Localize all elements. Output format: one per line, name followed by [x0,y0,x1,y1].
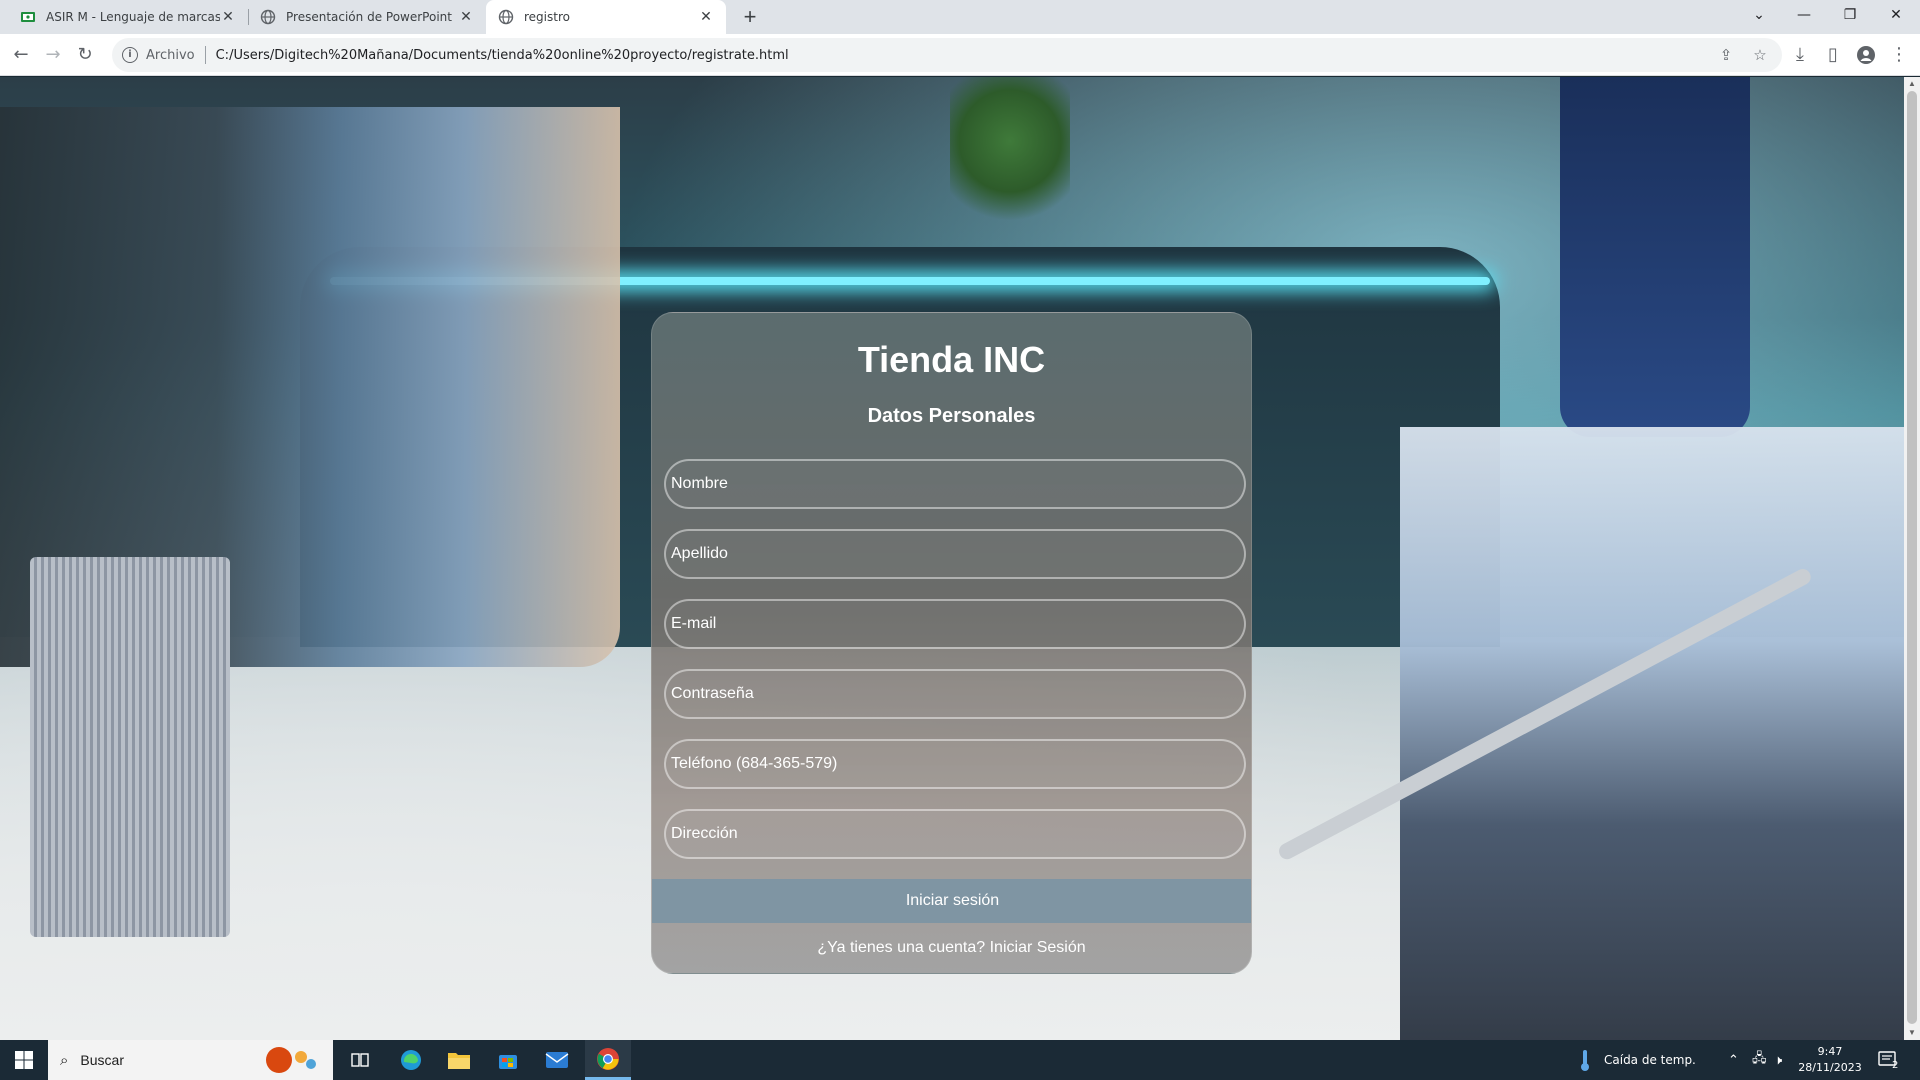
section-title: Datos Personales [867,405,1036,427]
weather-widget[interactable]: Caída de temp. [1578,1040,1696,1080]
back-button[interactable]: ← [8,42,34,68]
edge-icon[interactable] [390,1040,432,1080]
clock-time: 9:47 [1817,1045,1843,1058]
nombre-field[interactable] [664,459,1246,509]
close-window-button[interactable]: ✕ [1873,0,1919,34]
scroll-down-icon[interactable]: ▼ [1904,1026,1920,1040]
network-icon[interactable]: 🖧 [1752,1040,1767,1080]
thermometer-icon [1581,1050,1589,1071]
restore-button[interactable]: ❐ [1827,0,1873,34]
windows-taskbar: ⌕ Buscar Caída de temp. ⌃ 🖧 🕨 9:47 28/11… [0,1040,1920,1080]
browser-tab-strip: ASIR M - Lenguaje de marcas y · ✕ Presen… [0,0,1920,34]
registration-card: Tienda INC Datos Personales Iniciar sesi… [651,312,1252,974]
scheme-label: Archivo [146,47,195,63]
email-field[interactable] [664,599,1246,649]
reload-button[interactable]: ↻ [72,42,98,68]
start-button[interactable] [0,1040,48,1080]
apellido-field[interactable] [664,529,1246,579]
phone-field[interactable] [664,739,1246,789]
submit-button[interactable]: Iniciar sesión [652,879,1251,923]
store-title: Tienda INC [857,339,1046,380]
tab-asir[interactable]: ASIR M - Lenguaje de marcas y · ✕ [8,0,248,34]
system-clock[interactable]: 9:47 28/11/2023 [1790,1044,1870,1076]
volume-muted-icon[interactable]: 🕨 [1774,1040,1782,1080]
tab-title: ASIR M - Lenguaje de marcas y · [46,10,220,24]
side-panel-icon[interactable]: ▯ [1820,42,1846,68]
profile-avatar-icon[interactable] [1853,42,1879,68]
notification-count: 2 [1892,1059,1899,1071]
windows-logo-icon [15,1051,33,1069]
login-link[interactable]: ¿Ya tienes una cuenta? Iniciar Sesión [652,939,1251,957]
background-plant [950,77,1070,237]
notification-center-icon[interactable]: 2 [1878,1040,1898,1080]
password-input[interactable] [671,685,1244,703]
background-hanging-pants [30,557,230,937]
url-text[interactable]: C:/Users/Digitech%20Mañana/Documents/tie… [216,48,789,63]
site-info-icon[interactable]: i [122,47,138,63]
globe-icon [260,9,276,25]
page-scrollbar[interactable]: ▲ ▼ [1904,77,1920,1040]
close-tab-icon[interactable]: ✕ [220,9,236,25]
address-bar[interactable]: i Archivo C:/Users/Digitech%20Mañana/Doc… [112,38,1782,72]
browser-toolbar: ← → ↻ i Archivo C:/Users/Digitech%20Maña… [0,34,1920,76]
download-icon[interactable]: ⤓ [1787,42,1813,68]
background-mannequin [1560,77,1750,437]
search-icon: ⌕ [60,1051,69,1069]
new-tab-button[interactable]: + [737,4,763,30]
store-icon[interactable] [487,1040,529,1080]
search-label: Buscar [80,1052,124,1068]
address-field[interactable] [664,809,1246,859]
share-icon[interactable]: ⇪ [1714,43,1738,67]
mail-icon[interactable] [536,1040,578,1080]
nombre-input[interactable] [671,475,1244,493]
show-hidden-icons-icon[interactable]: ⌃ [1728,1040,1739,1080]
menu-kebab-icon[interactable]: ⋮ [1886,42,1912,68]
minimize-button[interactable]: — [1781,0,1827,34]
tab-powerpoint[interactable]: Presentación de PowerPoint ✕ [248,0,486,34]
address-input[interactable] [671,825,1244,843]
tab-title: registro [524,10,570,24]
file-explorer-icon[interactable] [438,1040,480,1080]
background-clothing-rack-right [1400,427,1904,1040]
page-viewport: Tienda INC Datos Personales Iniciar sesi… [0,77,1904,1040]
scrollbar-thumb[interactable] [1907,91,1917,1024]
close-tab-icon[interactable]: ✕ [458,9,474,25]
tab-registro[interactable]: registro ✕ [486,0,726,34]
omnibox-divider [204,46,206,64]
forward-button[interactable]: → [40,42,66,68]
task-view-icon[interactable] [340,1040,380,1080]
clock-date: 28/11/2023 [1798,1061,1862,1074]
phone-input[interactable] [671,755,1244,773]
tab-search-icon[interactable]: ⌄ [1736,0,1782,34]
search-highlight-icon [266,1047,316,1073]
classroom-icon [21,12,35,22]
chrome-taskbar-icon[interactable] [585,1040,631,1080]
taskbar-search-box[interactable]: ⌕ Buscar [48,1040,333,1080]
globe-icon [498,9,514,25]
close-tab-icon[interactable]: ✕ [698,9,714,25]
scroll-up-icon[interactable]: ▲ [1904,77,1920,91]
bookmark-star-icon[interactable]: ☆ [1748,43,1772,67]
email-input[interactable] [671,615,1244,633]
tab-title: Presentación de PowerPoint [286,10,452,24]
apellido-input[interactable] [671,545,1244,563]
password-field[interactable] [664,669,1246,719]
weather-text: Caída de temp. [1604,1053,1696,1067]
